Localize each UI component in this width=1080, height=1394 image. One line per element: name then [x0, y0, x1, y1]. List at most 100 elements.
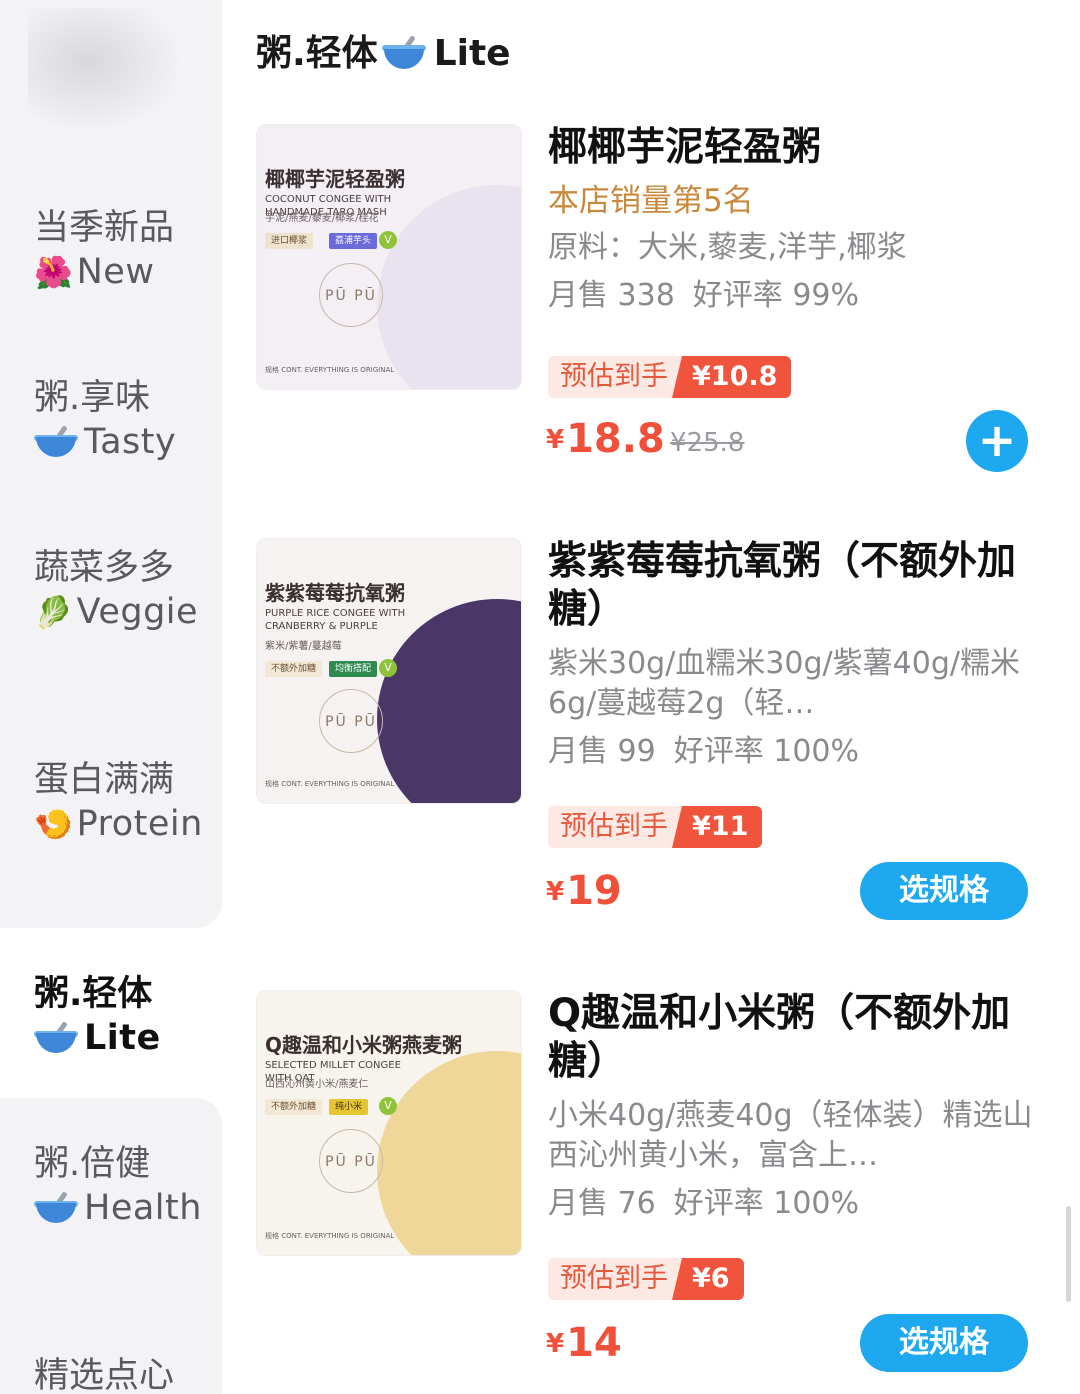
currency-symbol: ¥ [546, 425, 565, 455]
brand-stamp: PŪ PŪ [319, 1129, 383, 1193]
product-description: 原料：大米,藜麦,洋芋,椰浆 [548, 230, 907, 265]
product-thumbnail[interactable]: 椰椰芋泥轻盈粥 COCONUT CONGEE WITH HANDMADE TAR… [256, 124, 522, 390]
product-thumbnail[interactable]: Q趣温和小米粥燕麦粥 SELECTED MILLET CONGEE WITH O… [256, 990, 522, 1256]
rating: 好评率 100% [673, 1186, 860, 1221]
bowl-spoon-icon [34, 425, 78, 457]
monthly-sales: 月售 99 [548, 734, 656, 769]
current-price: ¥19 [546, 868, 622, 914]
thumbnail-tag: 不额外加糖 [265, 1099, 323, 1115]
estimated-price-badge: 预估到手 ¥6 [548, 1258, 744, 1300]
sidebar-item-label-en: Tasty [84, 422, 177, 462]
sidebar-item-health[interactable]: 粥.倍健 Health [34, 1142, 209, 1230]
bowl-spoon-icon [34, 1191, 78, 1223]
leafy-green-icon: 🥬 [34, 595, 73, 631]
estimated-label: 预估到手 [548, 806, 682, 848]
thumbnail-ingredients: 山西沁州黄小米/燕麦仁 [265, 1079, 369, 1090]
estimated-price: ¥10.8 [671, 356, 792, 398]
plus-icon: + [977, 413, 1017, 467]
thumbnail-tag: 纯小米 [329, 1099, 369, 1115]
select-spec-button[interactable]: 选规格 [860, 1314, 1028, 1372]
sidebar-item-veggie[interactable]: 蔬菜多多 🥬 Veggie [34, 546, 209, 635]
thumbnail-ingredients: 芋泥/燕麦/藜麦/椰浆/桂花 [265, 213, 379, 224]
monthly-sales: 月售 76 [548, 1186, 656, 1221]
sidebar-item-label-cn: 当季新品 [34, 208, 175, 248]
sidebar-item-label-cn: 粥.轻体 [34, 974, 153, 1014]
product-name[interactable]: 紫紫莓莓抗氧粥（不额外加糖） [548, 538, 1048, 634]
product-stats: 月售 76 好评率 100% [548, 1184, 1048, 1224]
bowl-spoon-icon [381, 35, 430, 69]
thumbnail-tag: 不额外加糖 [265, 661, 323, 677]
product-thumbnail[interactable]: 紫紫莓莓抗氧粥 PURPLE RICE CONGEE WITH CRANBERR… [256, 538, 522, 804]
currency-symbol: ¥ [546, 1329, 565, 1359]
vegan-badge-icon: V [379, 659, 397, 677]
product-name[interactable]: 椰椰芋泥轻盈粥 [548, 124, 1048, 172]
sidebar-item-label-en: Lite [84, 1018, 161, 1058]
vegan-badge-icon: V [379, 1097, 397, 1115]
product-info: 紫紫莓莓抗氧粥（不额外加糖） 紫米30g/血糯米30g/紫薯40g/糯米6g/蔓… [548, 538, 1048, 772]
sidebar-item-label-cn: 粥.享味 [34, 378, 151, 418]
price-value: 14 [566, 1320, 622, 1366]
estimated-price: ¥11 [671, 806, 763, 848]
sidebar-item-label-en: New [76, 252, 155, 292]
sales-rank: 本店销量第5名 [548, 183, 754, 219]
estimated-label: 预估到手 [548, 356, 682, 398]
sidebar-item-lite[interactable]: 粥.轻体 Lite [34, 972, 209, 1060]
add-to-cart-button[interactable]: + [966, 410, 1028, 472]
product-info: 椰椰芋泥轻盈粥 本店销量第5名 原料：大米,藜麦,洋芋,椰浆 月售 338 好评率… [548, 124, 1048, 316]
original-price: ¥25.8 [670, 428, 745, 458]
thumbnail-tag: 荔浦芋头 [329, 233, 378, 249]
category-sidebar: 当季新品 🌺 New 粥.享味 Tasty 蔬菜多多 🥬 Veggie 蛋白满满 🍤… [0, 0, 222, 1394]
current-price: ¥14 [546, 1320, 622, 1366]
scrollbar[interactable] [1066, 1206, 1071, 1302]
thumbnail-tag: 进口椰浆 [265, 233, 314, 249]
thumbnail-footer: 规格 CONT. EVERYTHING IS ORIGINAL [265, 366, 395, 374]
brand-stamp: PŪ PŪ [319, 263, 383, 327]
thumbnail-en: PURPLE RICE CONGEE WITH CRANBERRY & PURP… [265, 608, 406, 632]
rating: 好评率 100% [673, 734, 860, 769]
thumbnail-ingredients: 紫米/紫薯/蔓越莓 [265, 641, 342, 652]
estimated-price: ¥6 [672, 1258, 744, 1300]
current-price: ¥18.8 [546, 416, 665, 462]
product-name[interactable]: Q趣温和小米粥（不额外加糖） [548, 990, 1048, 1086]
section-title-en: Lite [433, 33, 511, 74]
brand-stamp: PŪ PŪ [319, 689, 383, 753]
product-description: 小米40g/燕麦40g（轻体装）精选山西沁州黄小米，富含上… [548, 1098, 1033, 1173]
blurred-sidebar-item [28, 8, 178, 128]
product-stats: 月售 338 好评率 99% [548, 276, 1048, 316]
sidebar-item-tasty[interactable]: 粥.享味 Tasty [34, 376, 209, 464]
sidebar-item-label-cn: 蛋白满满 [34, 760, 175, 800]
product-info: Q趣温和小米粥（不额外加糖） 小米40g/燕麦40g（轻体装）精选山西沁州黄小米… [548, 990, 1048, 1224]
product-card[interactable]: Q趣温和小米粥燕麦粥 SELECTED MILLET CONGEE WITH O… [256, 990, 1056, 1372]
product-description: 紫米30g/血糯米30g/紫薯40g/糯米6g/蔓越莓2g（轻… [548, 646, 1020, 721]
price-value: 18.8 [566, 416, 665, 462]
product-card[interactable]: 紫紫莓莓抗氧粥 PURPLE RICE CONGEE WITH CRANBERR… [256, 538, 1056, 920]
thumbnail-title: 椰椰芋泥轻盈粥 [265, 167, 405, 191]
hibiscus-icon: 🌺 [34, 255, 73, 291]
price-value: 19 [566, 868, 622, 914]
currency-symbol: ¥ [546, 877, 565, 907]
section-title: 粥.轻体 Lite [256, 30, 511, 78]
thumbnail-title: 紫紫莓莓抗氧粥 [265, 581, 405, 605]
thumbnail-footer: 规格 CONT. EVERYTHING IS ORIGINAL [265, 1232, 395, 1240]
product-card[interactable]: 椰椰芋泥轻盈粥 COCONUT CONGEE WITH HANDMADE TAR… [256, 124, 1056, 484]
rating: 好评率 99% [692, 278, 860, 313]
sidebar-item-label-cn: 精选点心 [34, 1356, 175, 1394]
product-stats: 月售 99 好评率 100% [548, 732, 1048, 772]
thumbnail-footer: 规格 CONT. EVERYTHING IS ORIGINAL [265, 780, 395, 788]
thumbnail-title: Q趣温和小米粥燕麦粥 [265, 1033, 463, 1057]
sidebar-item-label-en: Health [84, 1188, 202, 1228]
sidebar-item-label-cn: 粥.倍健 [34, 1144, 151, 1184]
estimated-price-badge: 预估到手 ¥10.8 [548, 356, 792, 398]
bowl-spoon-icon [34, 1021, 78, 1053]
monthly-sales: 月售 338 [548, 278, 675, 313]
select-spec-button[interactable]: 选规格 [860, 862, 1028, 920]
estimated-label: 预估到手 [548, 1258, 682, 1300]
sidebar-item-snacks[interactable]: 精选点心 [34, 1354, 209, 1394]
sidebar-item-label-en: Protein [76, 804, 203, 844]
sidebar-item-label-en: Veggie [76, 592, 199, 632]
estimated-price-badge: 预估到手 ¥11 [548, 806, 763, 848]
sidebar-item-new[interactable]: 当季新品 🌺 New [34, 206, 209, 295]
sidebar-item-label-cn: 蔬菜多多 [34, 548, 175, 588]
sidebar-item-protein[interactable]: 蛋白满满 🍤 Protein [34, 758, 209, 847]
shrimp-icon: 🍤 [34, 807, 73, 843]
